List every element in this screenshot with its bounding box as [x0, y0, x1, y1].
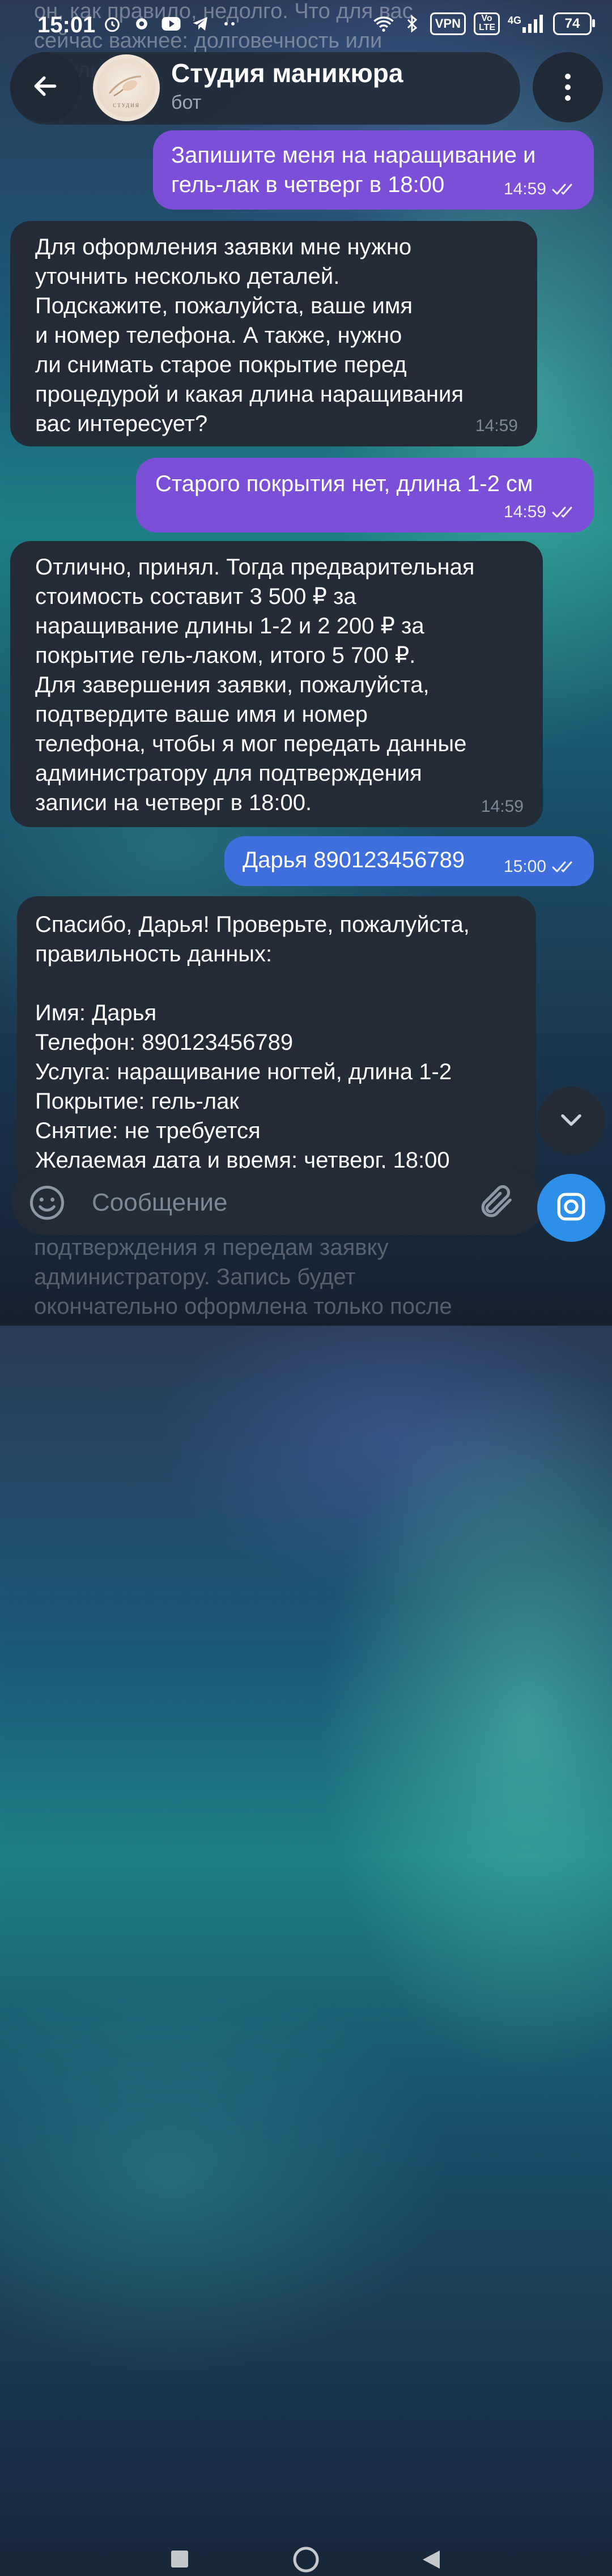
- recents-button[interactable]: [171, 2551, 188, 2570]
- message-text: Для оформления заявки мне нужно уточнить…: [35, 235, 464, 436]
- message-meta: 14:59: [475, 411, 518, 441]
- system-navigation-bar: [0, 1269, 612, 2573]
- camera-icon: [555, 1190, 588, 1226]
- message-time: 14:59: [481, 797, 524, 816]
- back-button[interactable]: [10, 52, 80, 122]
- arrow-left-icon: [31, 72, 60, 103]
- message-time: 14:59: [503, 503, 546, 521]
- avatar[interactable]: СТУДИЯ: [93, 54, 160, 121]
- network-type: 4G: [507, 15, 521, 26]
- home-button[interactable]: [292, 2546, 320, 2576]
- message-bubble-incoming[interactable]: Для оформления заявки мне нужно уточнить…: [10, 221, 537, 446]
- message-meta: 15:00: [504, 852, 577, 882]
- chat-title: Студия маникюра: [171, 58, 403, 88]
- message-bubble-outgoing[interactable]: Запишите меня на наращивание и гель-лак …: [153, 130, 594, 210]
- chat-subtitle: бот: [171, 92, 202, 113]
- double-check-icon: [552, 506, 572, 518]
- message-text: Отлично, принял. Тогда предварительная с…: [35, 555, 475, 815]
- double-check-icon: [552, 861, 572, 872]
- volte-badge: Vo LTE: [473, 12, 500, 35]
- message-bubble-outgoing[interactable]: Дарья 890123456789 15:00: [224, 836, 594, 886]
- signal-icon: 4G: [508, 15, 545, 33]
- battery-indicator: 74: [553, 12, 595, 35]
- message-meta: 14:59: [481, 792, 524, 821]
- message-meta: 14:59: [504, 497, 577, 527]
- message-text: Дарья 890123456789: [243, 848, 465, 872]
- message-time: 14:59: [475, 416, 518, 435]
- message-bubble-incoming[interactable]: Спасибо, Дарья! Проверьте, пожалуйста, п…: [17, 896, 536, 1191]
- paperclip-icon[interactable]: [477, 1182, 517, 1221]
- more-vertical-icon: [565, 74, 571, 101]
- message-bubble-incoming[interactable]: Отлично, принял. Тогда предварительная с…: [10, 541, 543, 827]
- message-meta: 14:59: [504, 174, 577, 204]
- message-input[interactable]: [91, 1185, 456, 1220]
- message-text: Старого покрытия нет, длина 1-2 см: [155, 471, 533, 496]
- message-text: Спасибо, Дарья! Проверьте, пожалуйста, п…: [35, 912, 470, 1173]
- more-menu-button[interactable]: [533, 52, 603, 122]
- double-check-icon: [552, 184, 572, 195]
- smile-icon[interactable]: [28, 1184, 66, 1221]
- message-text: Запишите меня на наращивание и гель-лак …: [171, 143, 536, 197]
- back-nav-button[interactable]: [422, 2549, 441, 2573]
- message-time: 14:59: [503, 180, 546, 198]
- camera-button[interactable]: [537, 1174, 605, 1242]
- scroll-down-button[interactable]: [537, 1087, 605, 1155]
- studio-logo: СТУДИЯ: [97, 58, 156, 117]
- message-time: 15:00: [503, 857, 546, 876]
- chevron-down-icon: [556, 1105, 586, 1137]
- avatar-text: СТУДИЯ: [113, 103, 140, 108]
- message-bubble-outgoing[interactable]: Старого покрытия нет, длина 1-2 см 14:59: [136, 458, 594, 533]
